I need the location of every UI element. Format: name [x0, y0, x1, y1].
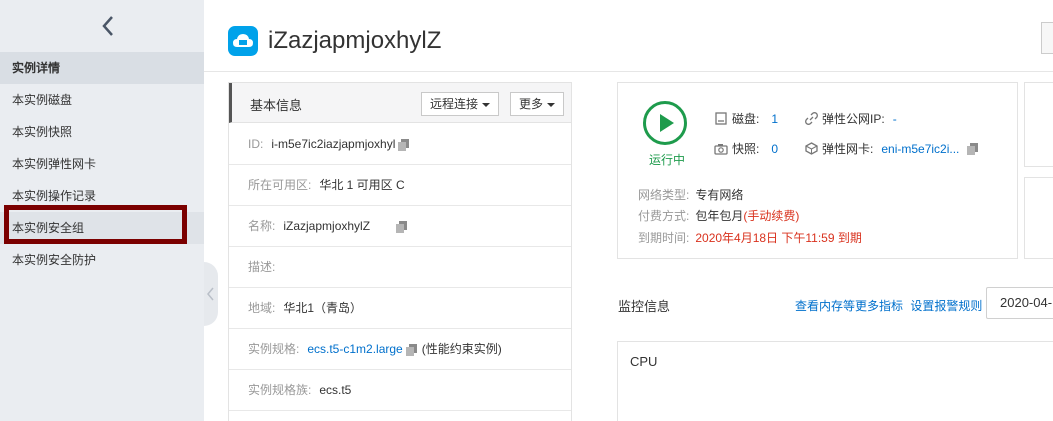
billing-note: (手动续费) [743, 209, 800, 223]
disk-stat: 磁盘: 1 [714, 110, 778, 127]
sidebar-item-security-protection[interactable]: 本实例安全防护 [0, 244, 204, 276]
region-label: 地域: [248, 301, 276, 315]
basic-info-title: 基本信息 [250, 98, 303, 113]
eni-label: 弹性网卡: [822, 142, 874, 156]
more-button[interactable]: 更多 [510, 92, 565, 116]
snapshot-stat: 快照: 0 [714, 140, 778, 157]
caret-down-icon [482, 102, 491, 107]
info-row-name: 名称: iZazjapmjoxhylZ [229, 206, 571, 247]
expire-label: 到期时间: [638, 231, 690, 245]
billing-row: 付费方式: 包年包月(手动续费) [638, 207, 799, 224]
ecs-cloud-icon [228, 26, 258, 56]
name-value: iZazjapmjoxhylZ [283, 219, 371, 233]
caret-down-icon [547, 102, 556, 107]
back-chevron-icon[interactable] [96, 12, 120, 40]
region-value: 华北1（青岛） [283, 301, 363, 315]
sidebar-item-security-groups[interactable]: 本实例安全组 [0, 212, 204, 244]
date-picker-input[interactable]: 2020-04- [986, 287, 1053, 319]
remote-connect-button[interactable]: 远程连接 [421, 92, 500, 116]
basic-info-header: 基本信息 远程连接 更多 [229, 83, 571, 123]
family-label: 实例规格族: [248, 383, 312, 397]
running-status-label: 运行中 [649, 153, 686, 167]
sidebar-item-eni[interactable]: 本实例弹性网卡 [0, 148, 204, 180]
monitoring-title: 监控信息 [618, 299, 671, 314]
monitoring-links: 查看内存等更多指标 设置报警规则 [795, 297, 982, 314]
disk-label: 磁盘: [732, 112, 760, 126]
expire-value: 2020年4月18日 下午11:59 到期 [695, 231, 862, 245]
side-info-box [1024, 82, 1053, 167]
disk-count-link[interactable]: 1 [771, 112, 778, 126]
basic-info-panel: 基本信息 远程连接 更多 ID: i-m5e7ic2iazjapmjoxhyl 所… [228, 82, 572, 421]
expire-row: 到期时间: 2020年4月18日 下午11:59 到期 [638, 229, 862, 246]
zone-value: 华北 1 可用区 C [319, 178, 405, 192]
sidebar-item-snapshots[interactable]: 本实例快照 [0, 116, 204, 148]
running-play-icon [643, 101, 687, 145]
description-label: 描述: [248, 260, 276, 274]
camera-icon [714, 142, 728, 156]
snapshot-count-link[interactable]: 0 [771, 142, 778, 156]
network-card-icon [804, 142, 818, 156]
eip-value: - [892, 111, 897, 126]
copy-icon[interactable] [405, 343, 418, 356]
page-title: iZazjapmjoxhylZ [268, 27, 442, 54]
eip-stat: 弹性公网IP: - [804, 110, 897, 127]
spec-note: (性能约束实例) [421, 342, 502, 356]
snapshot-label: 快照: [732, 142, 760, 156]
info-row-id: ID: i-m5e7ic2iazjapmjoxhyl [229, 124, 571, 165]
sidebar-item-operation-logs[interactable]: 本实例操作记录 [0, 180, 204, 212]
network-type-row: 网络类型: 专有网络 [638, 186, 743, 203]
eip-label: 弹性公网IP: [822, 112, 885, 126]
link-icon [804, 112, 818, 126]
copy-icon[interactable] [398, 138, 410, 151]
network-type-label: 网络类型: [638, 188, 690, 202]
more-label: 更多 [519, 97, 544, 111]
remote-connect-label: 远程连接 [430, 97, 479, 111]
sidebar-item-disks[interactable]: 本实例磁盘 [0, 84, 204, 116]
sidebar-collapse-handle[interactable] [204, 262, 218, 326]
sidebar-item-instance-details[interactable]: 实例详情 [0, 52, 204, 84]
billing-value: 包年包月 [695, 209, 744, 223]
name-label: 名称: [248, 219, 276, 233]
page-header: iZazjapmjoxhylZ [204, 0, 1053, 72]
more-metrics-link[interactable]: 查看内存等更多指标 [795, 299, 903, 313]
copy-icon[interactable] [967, 142, 979, 155]
id-label: ID: [248, 137, 264, 151]
disk-icon [714, 112, 728, 126]
edit-name-icon[interactable] [396, 220, 408, 233]
info-row-family: 实例规格族: ecs.t5 [229, 370, 571, 411]
network-type-value: 专有网络 [695, 188, 744, 202]
cpu-label: CPU [630, 354, 658, 369]
spec-label: 实例规格: [248, 342, 300, 356]
cpu-chart-panel: CPU [617, 341, 1053, 421]
collapse-chevron-icon [207, 287, 214, 301]
eni-link[interactable]: eni-m5e7ic2i... [881, 142, 959, 156]
id-value: i-m5e7ic2iazjapmjoxhyl [271, 137, 396, 151]
family-value: ecs.t5 [319, 383, 352, 397]
info-row-zone: 所在可用区: 华北 1 可用区 C [229, 165, 571, 206]
side-info-box [1024, 177, 1053, 259]
billing-label: 付费方式: [638, 209, 690, 223]
eni-stat: 弹性网卡: eni-m5e7ic2i... [804, 140, 979, 157]
status-panel: 运行中 磁盘: 1 快照: 0 弹性公网IP: - 弹性网卡: eni-m5e7… [617, 82, 1018, 259]
sidebar: 实例详情 本实例磁盘 本实例快照 本实例弹性网卡 本实例操作记录 本实例安全组 … [0, 0, 204, 421]
info-row-region: 地域: 华北1（青岛） [229, 288, 571, 329]
info-row-spec: 实例规格: ecs.t5-c1m2.large (性能约束实例) [229, 329, 571, 370]
info-row-description: 描述: [229, 247, 571, 288]
header-action-button[interactable] [1041, 22, 1053, 54]
alarm-rules-link[interactable]: 设置报警规则 [910, 299, 982, 313]
zone-label: 所在可用区: [248, 178, 312, 192]
spec-link[interactable]: ecs.t5-c1m2.large [307, 342, 402, 356]
